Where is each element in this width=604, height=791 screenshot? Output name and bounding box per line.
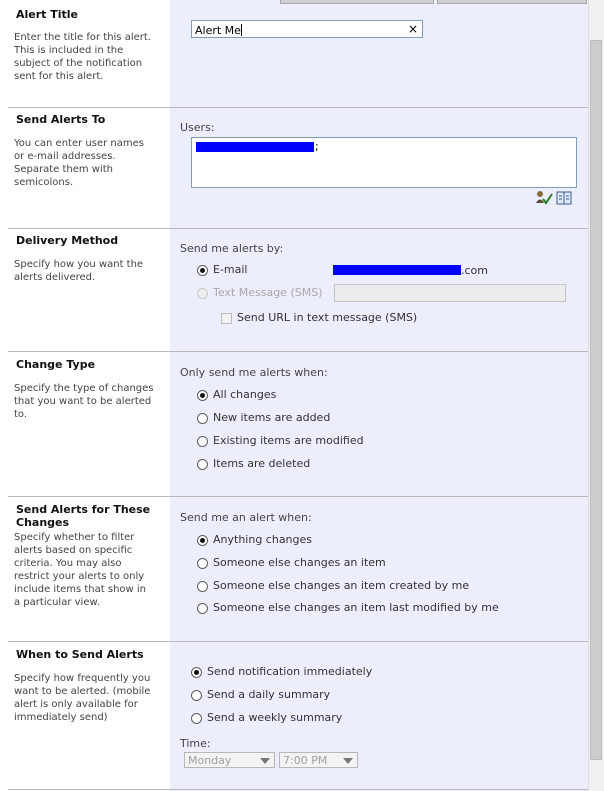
radio-email-label: E-mail [213, 263, 248, 276]
chevron-down-icon [260, 758, 270, 764]
radio-button[interactable] [197, 436, 208, 447]
change-type-prompt: Only send me alerts when: [180, 366, 328, 379]
top-button-edge[interactable] [280, 0, 434, 4]
radio-button[interactable] [197, 459, 208, 470]
filter-changes-description: Specify whether to filter alerts based o… [14, 532, 147, 608]
radio-button[interactable] [197, 390, 208, 401]
filter-prompt: Send me an alert when: [180, 511, 312, 524]
alert-title-value: Alert Me [195, 24, 241, 37]
radio-button[interactable] [197, 581, 208, 592]
email-domain-suffix: .com [461, 264, 488, 277]
top-button-edge-2[interactable] [437, 0, 587, 4]
radio-button[interactable] [197, 413, 208, 424]
section-divider [8, 228, 588, 229]
users-separator: ; [315, 140, 319, 153]
change-type-heading: Change Type [16, 358, 96, 371]
send-alerts-to-description: You can enter user names or e-mail addre… [14, 138, 144, 188]
radio-button[interactable] [197, 535, 208, 546]
alert-title-input[interactable]: Alert Me × [191, 20, 423, 38]
radio-label: New items are added [213, 411, 331, 424]
delivery-prompt: Send me alerts by: [180, 242, 284, 255]
alert-title-description: Enter the title for this alert. This is … [14, 32, 151, 82]
clear-icon[interactable]: × [408, 22, 418, 36]
radio-label: Someone else changes an item last modifi… [213, 601, 499, 614]
time-label: Time: [180, 737, 211, 750]
delivery-method-description: Specify how you want the alerts delivere… [14, 259, 144, 283]
radio-label: Anything changes [213, 533, 313, 546]
address-book-icon[interactable] [556, 190, 572, 205]
section-divider [8, 107, 588, 108]
users-label: Users: [180, 121, 215, 134]
section-divider [8, 351, 588, 352]
radio-button[interactable] [191, 667, 202, 678]
radio-button[interactable] [197, 558, 208, 569]
radio-button [197, 288, 208, 299]
check-names-icon[interactable] [535, 190, 553, 205]
radio-button[interactable] [197, 265, 208, 276]
text-caret [241, 24, 242, 36]
users-people-picker[interactable]: ; [191, 137, 577, 188]
delivery-method-heading: Delivery Method [16, 234, 119, 247]
time-select-value: 7:00 PM [283, 754, 328, 767]
radio-label: Items are deleted [213, 457, 311, 470]
radio-label: Someone else changes an item created by … [213, 579, 470, 592]
redacted-email-address [333, 265, 461, 275]
sms-number-input [334, 284, 566, 302]
send-url-checkbox [221, 313, 232, 324]
radio-label: Send a weekly summary [207, 711, 343, 724]
alert-title-heading: Alert Title [16, 8, 79, 21]
section-divider [8, 641, 588, 642]
radio-label: Someone else changes an item [213, 556, 386, 569]
radio-label: Send a daily summary [207, 688, 331, 701]
day-select: Monday [184, 752, 275, 768]
when-to-send-description: Specify how frequently you want to be al… [14, 673, 151, 723]
redacted-user-name [196, 142, 314, 152]
time-select: 7:00 PM [279, 752, 358, 768]
radio-button[interactable] [191, 713, 202, 724]
radio-button[interactable] [191, 690, 202, 701]
change-type-description: Specify the type of changes that you wan… [14, 383, 154, 420]
send-alerts-to-heading: Send Alerts To [16, 113, 106, 126]
when-to-send-heading: When to Send Alerts [16, 648, 144, 661]
send-url-label: Send URL in text message (SMS) [237, 311, 418, 324]
radio-sms-label: Text Message (SMS) [213, 286, 323, 299]
scrollbar-thumb[interactable] [590, 40, 602, 760]
section-divider [8, 496, 588, 497]
day-select-value: Monday [188, 754, 232, 767]
radio-label: All changes [213, 388, 277, 401]
radio-label: Existing items are modified [213, 434, 364, 447]
filter-changes-heading: Send Alerts for These Changes [16, 503, 151, 529]
radio-button[interactable] [197, 603, 208, 614]
section-divider [8, 789, 588, 790]
radio-label: Send notification immediately [207, 665, 373, 678]
chevron-down-icon [343, 758, 353, 764]
